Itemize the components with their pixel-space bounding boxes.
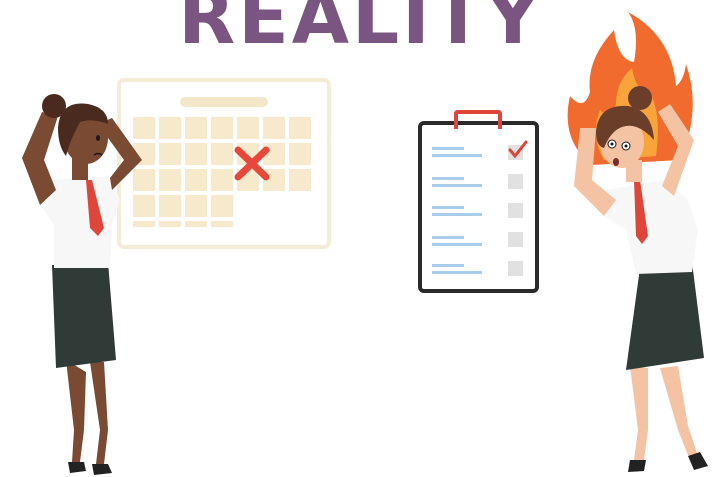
woman-right bbox=[567, 12, 708, 472]
woman-left bbox=[22, 94, 142, 475]
calendar-icon bbox=[117, 78, 331, 249]
illustration bbox=[22, 12, 708, 475]
clipboard-checklist-icon bbox=[418, 110, 539, 293]
